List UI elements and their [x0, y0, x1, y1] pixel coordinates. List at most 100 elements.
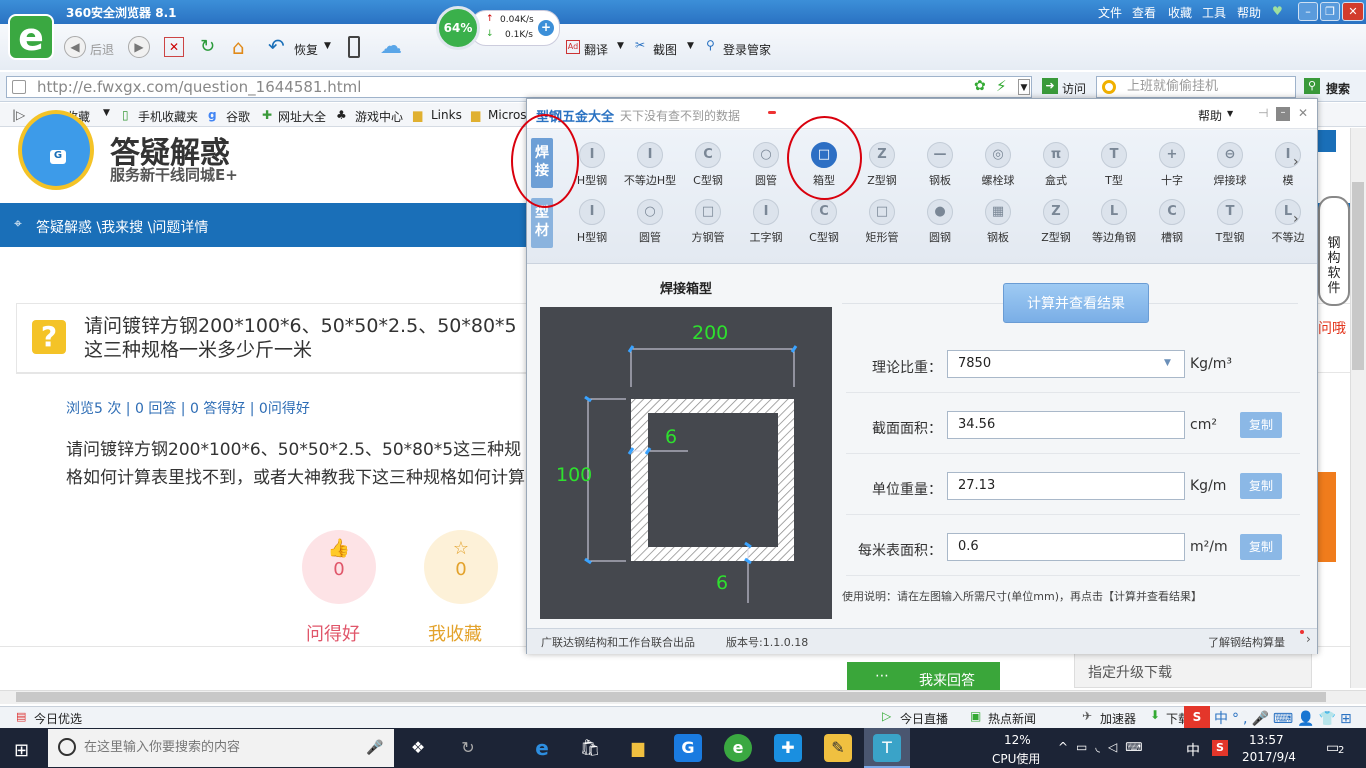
- calc-minimize-button[interactable]: –: [1276, 107, 1290, 121]
- translate-dropdown-icon[interactable]: ▼: [617, 41, 624, 51]
- row1-next-icon[interactable]: ›: [1293, 154, 1299, 170]
- status-news[interactable]: 热点新闻: [988, 710, 1036, 727]
- shape-row1-12[interactable]: I模: [1258, 142, 1318, 188]
- home-icon[interactable]: ⌂: [232, 35, 245, 59]
- restore-icon[interactable]: ↶: [268, 34, 285, 58]
- tray-icons[interactable]: ^▭◟◁⌨: [1058, 740, 1151, 754]
- screenshot-dropdown-icon[interactable]: ▼: [687, 41, 694, 51]
- app-swirl-icon[interactable]: ↻: [454, 734, 482, 762]
- edge-icon[interactable]: e: [528, 734, 556, 762]
- search-engine-icon[interactable]: [1102, 80, 1116, 94]
- visit-button[interactable]: 访问: [1062, 80, 1086, 97]
- status-live[interactable]: 今日直播: [900, 710, 948, 727]
- shape-row2-9[interactable]: L 等边角钢: [1084, 199, 1144, 245]
- shape-row1-8[interactable]: π 盒式: [1026, 142, 1086, 188]
- menu-file[interactable]: 文件: [1098, 4, 1122, 21]
- field-input[interactable]: 0.6: [947, 533, 1185, 561]
- screenshot-button[interactable]: 截图: [653, 41, 677, 58]
- shape-row1-9[interactable]: T T型: [1084, 142, 1144, 188]
- shape-row1-6[interactable]: — 钢板: [910, 142, 970, 188]
- bookmark-games[interactable]: 游戏中心: [355, 108, 403, 125]
- menu-tools[interactable]: 工具: [1202, 4, 1226, 21]
- url-dropdown-icon[interactable]: ▼: [1018, 79, 1030, 95]
- speed-percent[interactable]: 64%: [436, 6, 480, 50]
- maximize-button[interactable]: ❐: [1320, 2, 1340, 21]
- shape-row1-1[interactable]: I 不等边H型: [620, 142, 680, 188]
- glodon-icon[interactable]: G: [674, 734, 702, 762]
- calculate-button[interactable]: 计算并查看结果: [1003, 283, 1149, 323]
- box-section-diagram[interactable]: [540, 307, 832, 619]
- login-manager-icon[interactable]: ⚲: [706, 38, 715, 52]
- like-button[interactable]: 👍 0: [302, 530, 376, 604]
- sogou-ime-icon[interactable]: S: [1184, 706, 1210, 728]
- height-dimension[interactable]: 100: [556, 464, 592, 486]
- shape-row2-6[interactable]: ● 圆钢: [910, 199, 970, 245]
- skin-icon[interactable]: ♥: [1272, 4, 1283, 18]
- mascot-sub[interactable]: 问哦: [1318, 318, 1346, 338]
- cortana-icon[interactable]: [58, 738, 76, 756]
- bookmark-mobile[interactable]: 手机收藏夹: [138, 108, 198, 125]
- restore-button[interactable]: 恢复: [294, 41, 318, 58]
- shape-row2-7[interactable]: ▦ 钢板: [968, 199, 1028, 245]
- row2-next-icon[interactable]: ›: [1293, 211, 1299, 227]
- task-view-icon[interactable]: ❖: [404, 734, 432, 762]
- vertical-scrollbar-thumb[interactable]: [1352, 182, 1364, 370]
- url-input[interactable]: http://e.fwxgx.com/question_1644581.html: [6, 76, 1032, 98]
- app-plus-icon[interactable]: ✚: [774, 734, 802, 762]
- search-button[interactable]: 搜索: [1326, 80, 1350, 97]
- sidebar-toggle-icon[interactable]: |▷: [12, 108, 25, 122]
- clock-time[interactable]: 13:57: [1249, 733, 1284, 747]
- restore-dropdown-icon[interactable]: ▼: [324, 41, 331, 51]
- compat-mode-icon[interactable]: ✿: [974, 78, 986, 94]
- screenshot-icon[interactable]: ✂: [635, 38, 645, 52]
- shape-row2-2[interactable]: □ 方钢管: [678, 199, 738, 245]
- favorite-label[interactable]: 我收藏: [428, 620, 482, 646]
- calc-close-button[interactable]: ✕: [1298, 106, 1308, 120]
- back-button[interactable]: 后退: [90, 41, 114, 58]
- forward-icon[interactable]: ▶: [128, 36, 150, 58]
- refresh-icon[interactable]: ↻: [200, 36, 215, 57]
- web-thickness[interactable]: 6: [665, 426, 677, 448]
- flange-thickness[interactable]: 6: [716, 572, 728, 594]
- sogou-tray-icon[interactable]: S: [1212, 740, 1228, 756]
- speed-mode-icon[interactable]: ⚡: [996, 77, 1007, 95]
- store-icon[interactable]: 🛍: [576, 734, 604, 762]
- explorer-icon[interactable]: ▆: [624, 734, 652, 762]
- windows-start-icon[interactable]: ⊞: [14, 740, 29, 761]
- status-accelerator[interactable]: 加速器: [1100, 710, 1136, 727]
- shape-row1-11[interactable]: ⊖ 焊接球: [1200, 142, 1260, 188]
- shape-row2-8[interactable]: Z Z型钢: [1026, 199, 1086, 245]
- mascot-software-icon[interactable]: 钢构软件: [1318, 196, 1350, 306]
- login-manager-button[interactable]: 登录管家: [723, 41, 771, 58]
- copy-button[interactable]: 复制: [1240, 412, 1282, 438]
- notepad-icon[interactable]: ✎: [824, 734, 852, 762]
- speed-add-icon[interactable]: +: [538, 20, 554, 36]
- pin-icon[interactable]: ⊣: [1258, 106, 1268, 120]
- calculator-help[interactable]: 帮助: [1198, 107, 1222, 124]
- upgrade-link[interactable]: 指定升级下载: [1088, 662, 1172, 682]
- side-ad[interactable]: [1318, 130, 1336, 152]
- back-icon[interactable]: ◀: [64, 36, 86, 58]
- field-input[interactable]: 7850: [947, 350, 1185, 378]
- density-dropdown-icon[interactable]: ▼: [1164, 358, 1171, 368]
- favorites-dropdown-icon[interactable]: ▼: [103, 108, 110, 118]
- shape-row2-0[interactable]: I H型钢: [562, 199, 622, 245]
- browser-360-icon[interactable]: e: [724, 734, 752, 762]
- close-button[interactable]: ✕: [1342, 2, 1364, 21]
- field-input[interactable]: 34.56: [947, 411, 1185, 439]
- ime-toolbar-icons[interactable]: 中°,🎤⌨👤👕⊞: [1214, 708, 1356, 728]
- shape-row2-11[interactable]: T T型钢: [1200, 199, 1260, 245]
- shape-row2-12[interactable]: L 不等边: [1258, 199, 1318, 245]
- phone-icon[interactable]: [348, 36, 360, 58]
- width-dimension[interactable]: 200: [692, 322, 728, 344]
- answer-button[interactable]: ⋯ 我来回答: [847, 662, 1000, 690]
- clock-date[interactable]: 2017/9/4: [1242, 750, 1296, 764]
- shape-row2-1[interactable]: ○ 圆管: [620, 199, 680, 245]
- translate-icon[interactable]: Ad: [566, 40, 580, 54]
- search-input[interactable]: 上班就偷偷挂机: [1096, 76, 1296, 98]
- search-icon[interactable]: ⚲: [1304, 78, 1320, 94]
- menu-view[interactable]: 查看: [1132, 4, 1156, 21]
- steel-calc-taskbar-icon[interactable]: T: [873, 734, 901, 762]
- shape-row2-5[interactable]: □ 矩形管: [852, 199, 912, 245]
- status-preferred[interactable]: 今日优选: [34, 710, 82, 727]
